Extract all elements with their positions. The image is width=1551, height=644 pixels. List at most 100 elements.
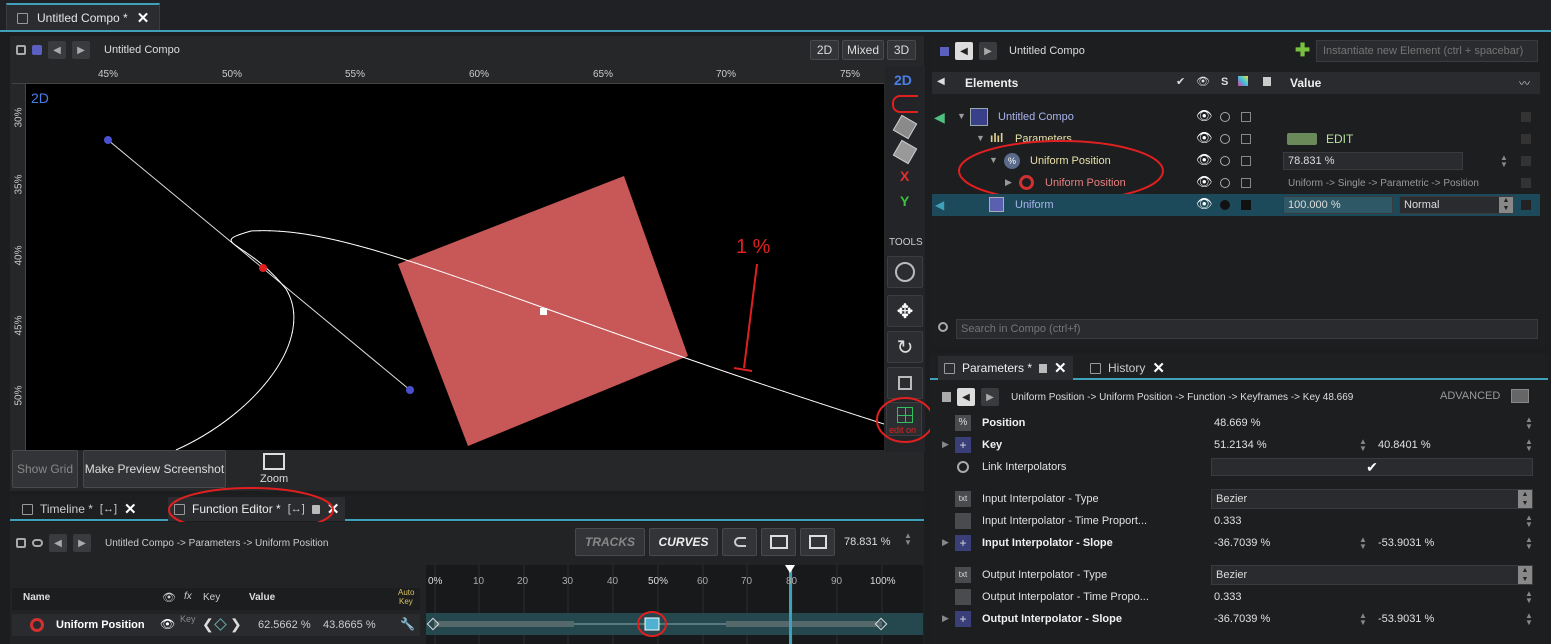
param-value-x[interactable]: -36.7039 % [1214,537,1270,549]
input-type-select[interactable]: Bezier [1211,489,1533,509]
param-value-x[interactable]: 51.2134 % [1214,439,1267,451]
close-icon[interactable]: ✕ [1152,359,1165,377]
param-row-input-type[interactable]: txt Input Interpolator - Type Bezier ▲ ▼ [938,488,1538,510]
expand-arrow-icon[interactable]: ▶ [942,537,949,548]
lock-checkbox[interactable] [1241,134,1251,144]
row-checkbox[interactable] [1521,134,1531,144]
row-checkbox[interactable] [1521,112,1531,122]
diamond-icon[interactable] [214,618,227,631]
eye-icon[interactable]: 👁 [1196,130,1213,146]
value-stepper[interactable]: ▲ ▼ [1525,536,1533,551]
tab-history[interactable]: History ✕ [1084,356,1171,380]
close-icon[interactable]: ✕ [124,500,137,518]
rotate-tool[interactable]: ↻ [887,331,923,363]
lock-icon[interactable] [1039,363,1048,373]
link-checkbox[interactable]: ✔ [1211,458,1533,476]
param-row-key[interactable]: ▶ + Key 51.2134 % ▲ ▼ 40.8401 % ▲ ▼ [938,434,1538,456]
param-value-y[interactable]: -53.9031 % [1378,537,1434,549]
param-value-y[interactable]: 40.8401 % [1378,439,1431,451]
value-stepper[interactable]: ▲ ▼ [1500,154,1508,169]
mode-mixed-button[interactable]: Mixed [842,40,884,60]
back-arrow-icon[interactable]: ◀ [957,388,975,406]
back-arrow-icon[interactable]: ◀ [955,42,973,60]
magnet-icon[interactable] [892,95,918,113]
value-stepper[interactable]: ▲ ▼ [1359,612,1367,627]
solo-icon[interactable] [1220,178,1230,188]
expand-arrow-icon[interactable]: ▶ [942,439,949,450]
param-row-output-slope[interactable]: ▶ + Output Interpolator - Slope -36.7039… [938,608,1538,630]
side-2d-label[interactable]: 2D [894,72,912,88]
back-arrow-icon[interactable]: ◀ [49,534,67,552]
param-value[interactable]: 0.333 [1214,515,1242,527]
lock-checkbox[interactable] [1241,112,1251,122]
row-checkbox[interactable] [1521,156,1531,166]
forward-arrow-icon[interactable]: ▶ [981,388,999,406]
value-stepper[interactable]: ▲ ▼ [1359,536,1367,551]
tree-row-untitled-compo[interactable]: ◀ ▼ Untitled Compo 👁 [932,106,1540,128]
param-row-input-slope[interactable]: ▶ + Input Interpolator - Slope -36.7039 … [938,532,1538,554]
param-row-input-time[interactable]: Input Interpolator - Time Proport... 0.3… [938,510,1538,532]
waveform-icon[interactable]: 〰 [1519,75,1530,91]
value-stepper[interactable]: ▲ ▼ [1525,416,1533,431]
compass-tool[interactable] [887,256,923,288]
param-value[interactable]: 48.669 % [1214,417,1260,429]
compo-search-input[interactable] [956,319,1538,339]
prev-key-icon[interactable]: ❮ [202,616,214,633]
collapse-icon[interactable]: ◀ [937,76,945,87]
lock-checkbox[interactable] [1241,156,1251,166]
fit-all-button[interactable] [800,528,835,556]
mode-3d-button[interactable]: 3D [887,40,916,60]
magnet-button[interactable] [722,528,757,556]
curve-timeline[interactable]: 0% 10 20 30 40 50% 60 70 80 90 100% [426,565,923,644]
edit-toggle[interactable] [1287,133,1317,145]
expand-icon[interactable]: [↔] [100,503,117,515]
tracks-button[interactable]: TRACKS [575,528,645,556]
side-x-button[interactable]: X [900,168,909,184]
tab-parameters[interactable]: Parameters * ✕ [938,356,1073,380]
zoom-icon[interactable] [263,453,285,470]
tab-untitled-compo[interactable]: Untitled Compo * ✕ [6,3,160,31]
blend-mode-arrows[interactable]: ▲ ▼ [1499,197,1513,213]
solo-icon[interactable] [1220,112,1230,122]
select-arrows[interactable]: ▲ ▼ [1518,490,1532,508]
expand-arrow-icon[interactable]: ▶ [942,613,949,624]
value-stepper[interactable]: ▲ ▼ [904,532,912,547]
forward-arrow-icon[interactable]: ▶ [979,42,997,60]
mode-2d-button[interactable]: 2D [810,40,839,60]
eye-icon[interactable]: 👁 [1196,174,1213,190]
value-stepper[interactable]: ▲ ▼ [1359,438,1367,453]
curves-button[interactable]: CURVES [649,528,718,556]
cube-icon[interactable] [940,46,949,56]
back-arrow-icon[interactable]: ◀ [48,41,66,59]
value-field[interactable]: 78.831 % [1283,152,1463,170]
value-stepper[interactable]: ▲ ▼ [1525,590,1533,605]
close-icon[interactable]: ✕ [1054,359,1067,377]
make-preview-screenshot-button[interactable]: Make Preview Screenshot [83,450,226,488]
opacity-field[interactable]: 100.000 % [1283,196,1393,214]
solo-icon[interactable] [1220,134,1230,144]
advanced-toggle[interactable] [1511,389,1529,403]
lock-icon[interactable] [16,45,26,55]
lock-checkbox[interactable] [1241,178,1251,188]
solo-icon[interactable] [1220,156,1230,166]
edit-label[interactable]: EDIT [1326,132,1353,146]
forward-arrow-icon[interactable]: ▶ [73,534,91,552]
lock-icon[interactable] [942,392,951,402]
eye-icon[interactable]: 👁 [160,617,175,631]
tree-row-uniform[interactable]: ◀ Uniform 👁 100.000 % Normal ▲ ▼ [932,194,1540,216]
eye-icon[interactable]: 👁 [1196,108,1213,124]
param-row-output-time[interactable]: Output Interpolator - Time Propo... 0.33… [938,586,1538,608]
value-stepper[interactable]: ▲ ▼ [1525,438,1533,453]
plus-icon[interactable]: ✚ [1295,40,1310,61]
blend-mode-select[interactable]: Normal [1399,196,1513,214]
viewport-canvas[interactable]: 2D 1 % [26,84,884,450]
tab-timeline[interactable]: Timeline * [↔] ✕ [16,497,143,521]
close-icon[interactable]: ✕ [137,9,150,27]
instantiate-input[interactable] [1316,40,1538,62]
next-key-icon[interactable]: ❯ [230,616,242,633]
value-stepper[interactable]: ▲ ▼ [1525,612,1533,627]
side-y-button[interactable]: Y [900,193,909,209]
param-row-output-type[interactable]: txt Output Interpolator - Type Bezier ▲ ▼ [938,564,1538,586]
row-checkbox[interactable] [1521,178,1531,188]
wrench-icon[interactable]: 🔧 [400,617,415,631]
